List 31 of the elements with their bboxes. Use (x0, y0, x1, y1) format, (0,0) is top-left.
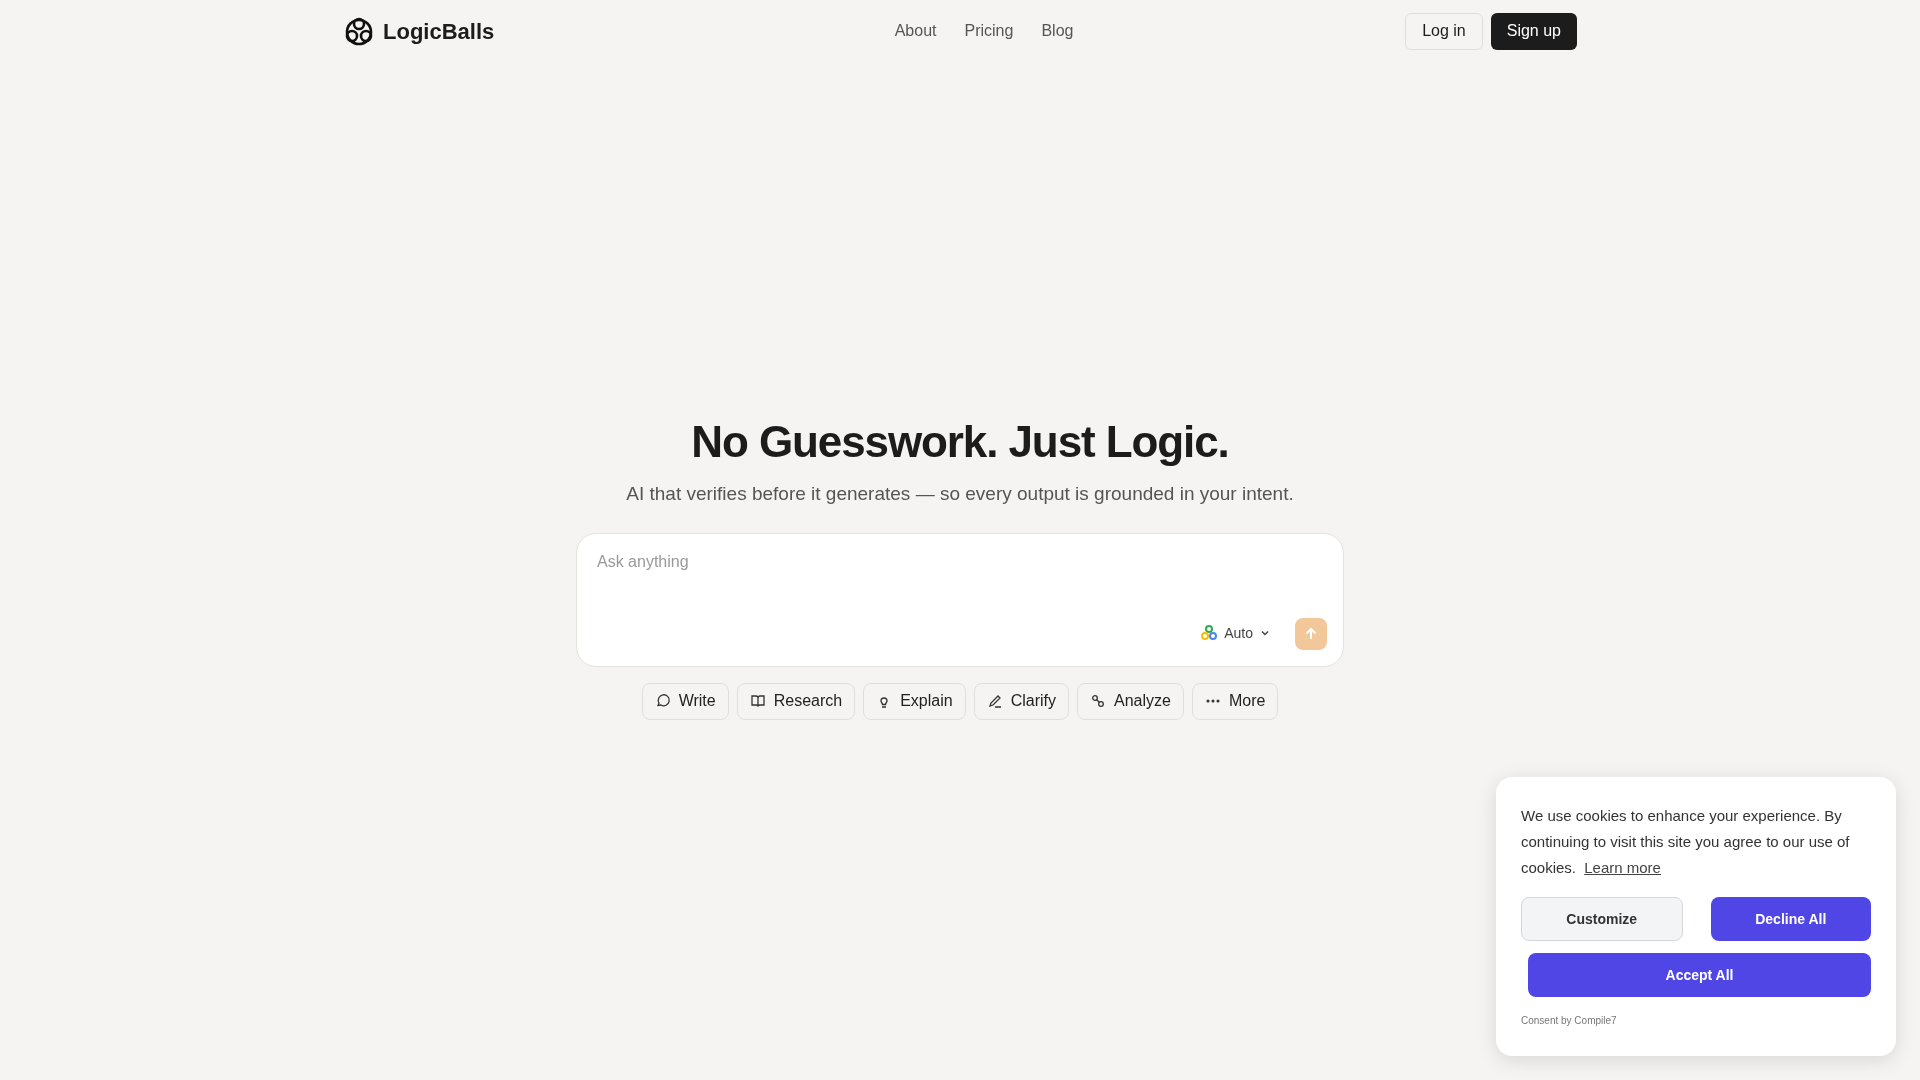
logo-icon (343, 15, 375, 47)
accept-button[interactable]: Accept All (1528, 953, 1871, 997)
decline-button[interactable]: Decline All (1710, 897, 1871, 941)
cookie-message: We use cookies to enhance your experience. By continuing to visit this site you agree to our use of cookies. Learn more (1521, 806, 1851, 878)
nav-link[interactable]: Blog (1041, 19, 1074, 43)
connected-circles-icon (1090, 693, 1106, 709)
book-icon (749, 693, 766, 709)
customize-button[interactable]: Customize (1521, 897, 1683, 941)
prompt-box[interactable]: Ask anything Auto (576, 532, 1344, 667)
hero-title: No Guesswork. Just Logic. (691, 416, 1229, 468)
action-chip[interactable]: Analyze (1077, 682, 1184, 720)
action-chip[interactable]: Explain (863, 682, 966, 720)
signup-button[interactable]: Sign up (1490, 12, 1577, 50)
prompt-input[interactable]: Ask anything (597, 549, 1297, 574)
nav-link[interactable]: About (894, 19, 937, 43)
hero-subtitle: AI that verifies before it generates — so every output is grounded in your intent. (626, 482, 1294, 506)
login-button[interactable]: Log in (1405, 12, 1483, 50)
model-icon (1200, 624, 1219, 642)
pencil-icon (986, 693, 1003, 709)
nav-link[interactable]: Pricing (964, 19, 1014, 43)
logo-text[interactable]: LogicBalls (383, 14, 495, 48)
action-chip[interactable]: More (1191, 682, 1279, 720)
model-selector[interactable]: Auto (1200, 622, 1271, 644)
action-chip[interactable]: Clarify (973, 682, 1069, 720)
send-button[interactable] (1295, 617, 1327, 650)
consent-credit: Consent by Compile7 (1521, 1014, 1618, 1028)
arrow-up-icon (1303, 625, 1319, 642)
learn-more-link[interactable]: Learn more (1584, 859, 1661, 876)
action-chip[interactable]: Research (736, 682, 856, 720)
action-chip[interactable]: Write (641, 682, 729, 720)
chat-bubble-icon (654, 693, 671, 709)
